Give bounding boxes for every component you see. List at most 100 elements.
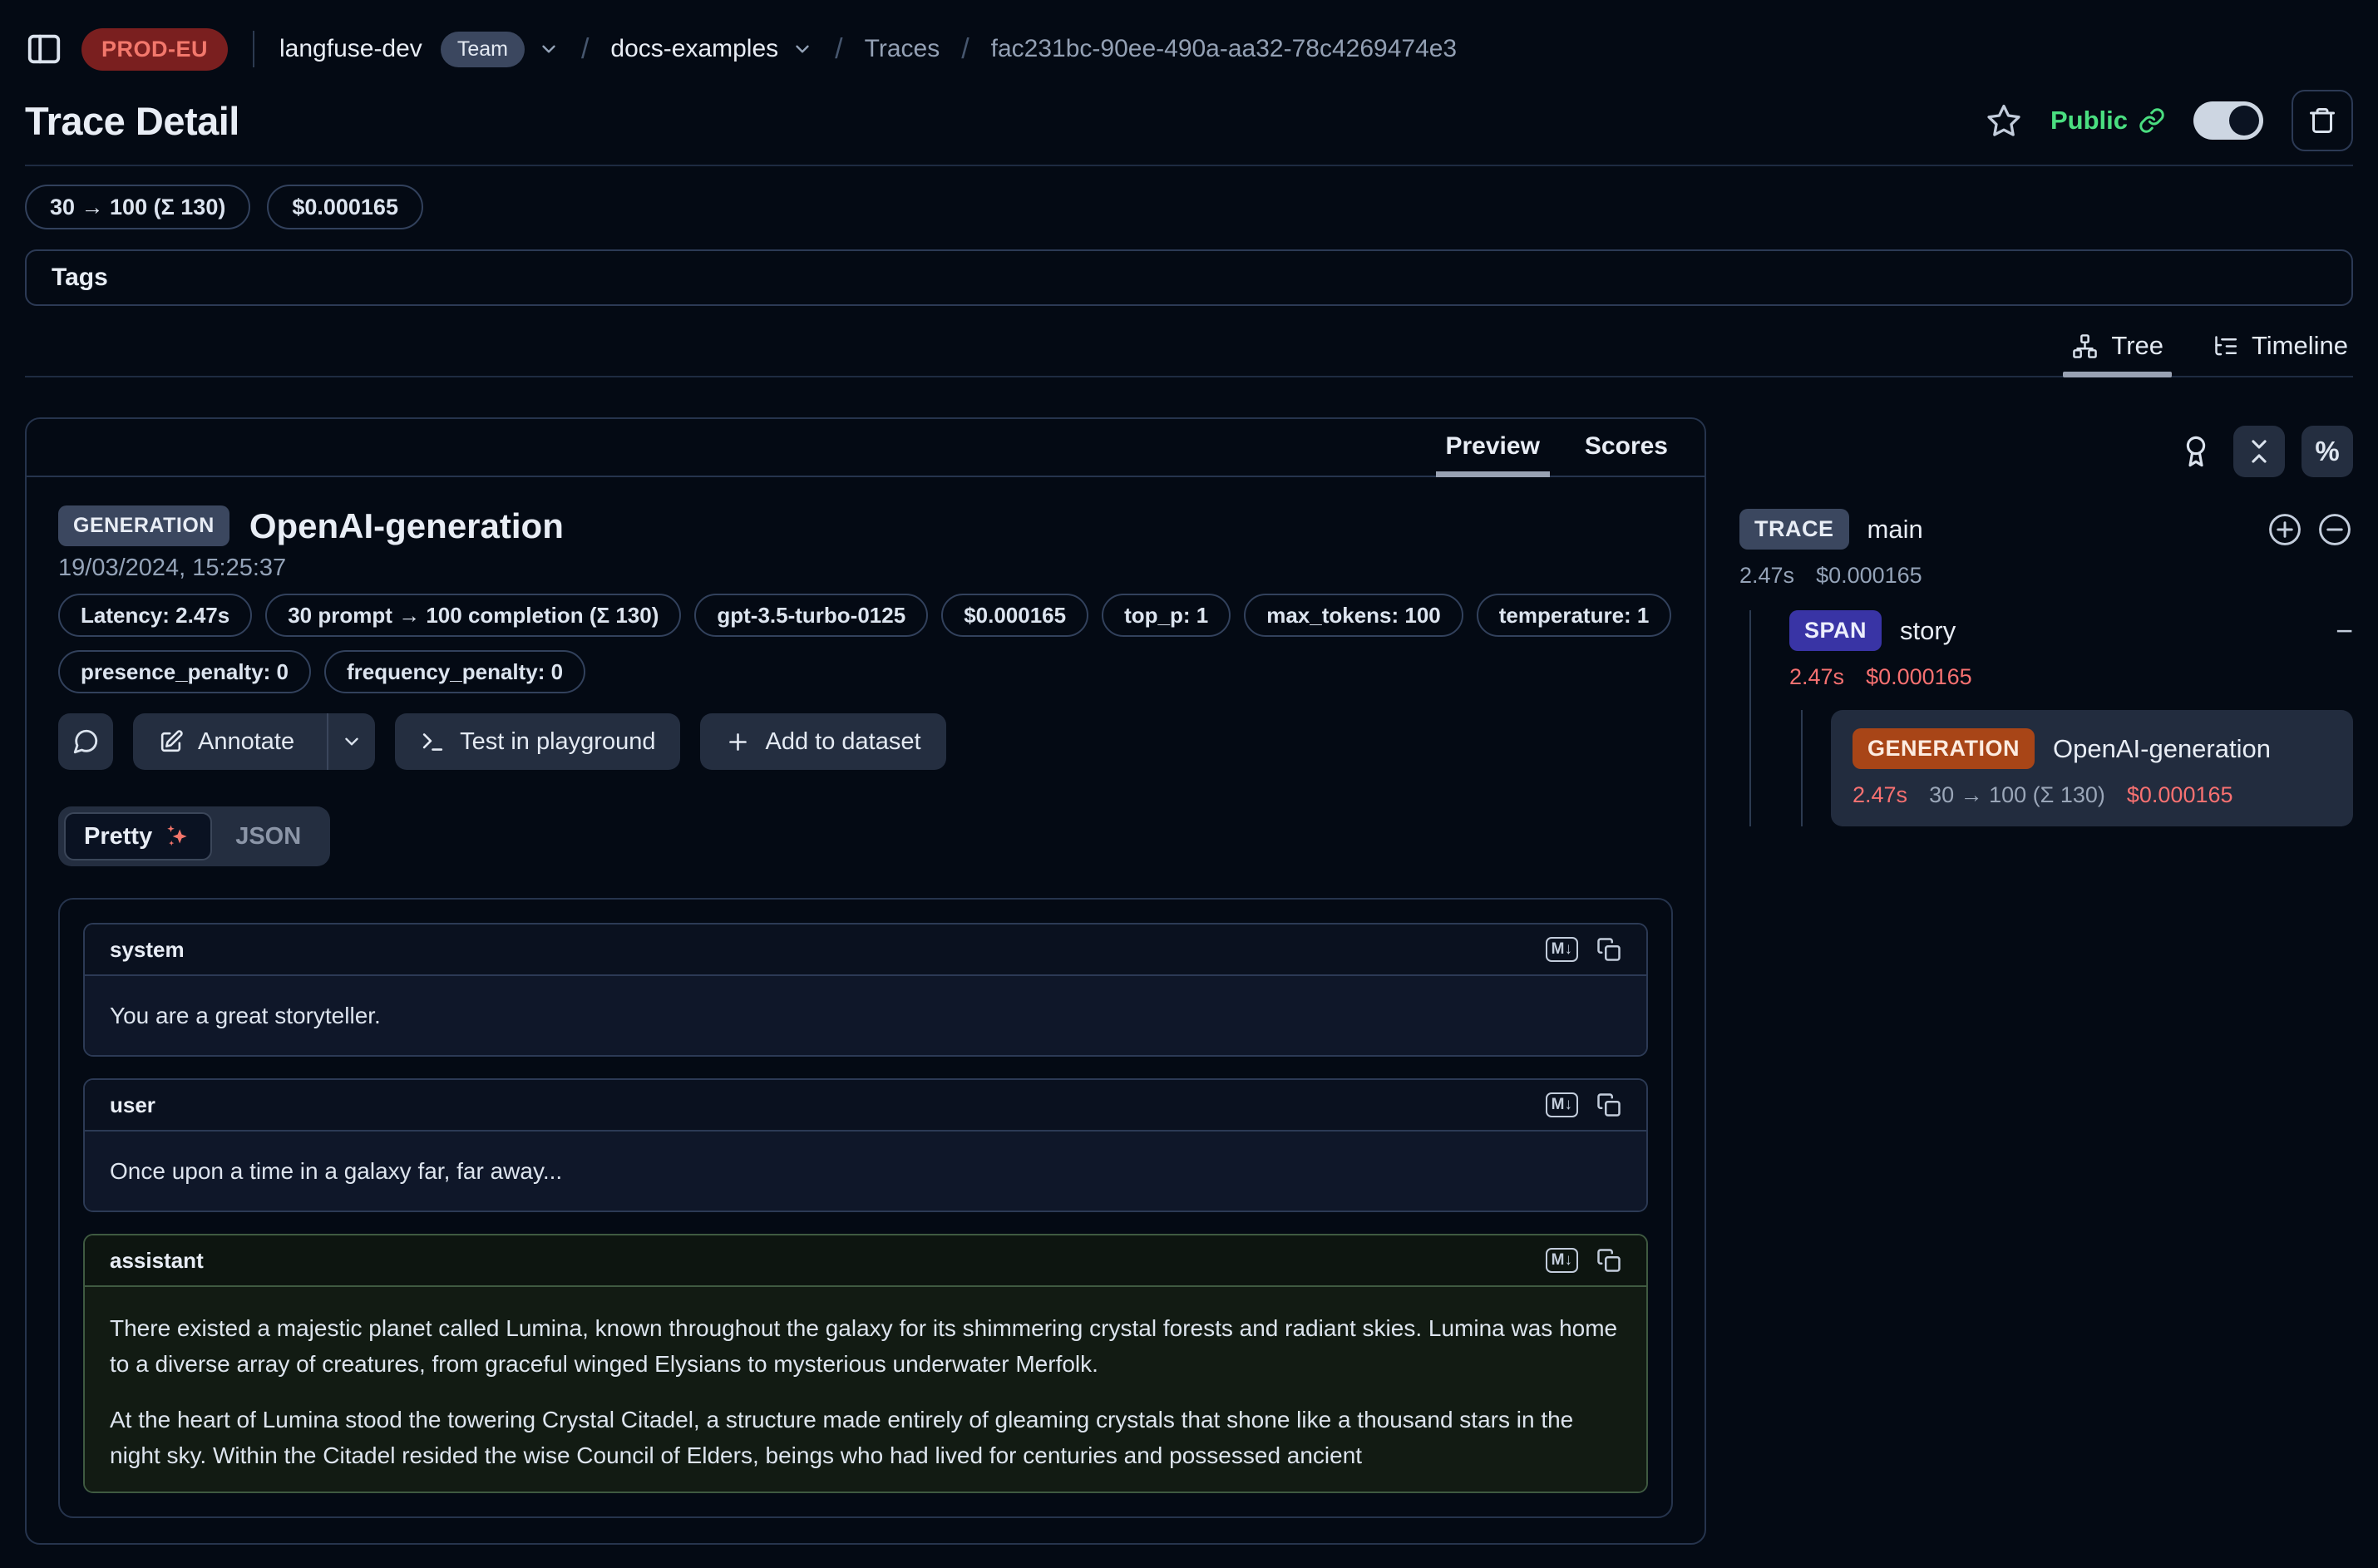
span-node[interactable]: SPAN story −: [1789, 610, 2353, 651]
project-chevron-down-icon[interactable]: [792, 38, 813, 60]
trace-node[interactable]: TRACE main: [1739, 509, 2353, 550]
circle-minus-icon[interactable]: [2316, 511, 2353, 548]
message-content: Once upon a time in a galaxy far, far aw…: [85, 1132, 1646, 1211]
breadcrumb-slash: /: [835, 33, 842, 66]
annotate-dropdown-button[interactable]: [327, 713, 375, 770]
playground-label: Test in playground: [460, 728, 655, 756]
tags-label: Tags: [52, 264, 108, 292]
observation-detail: GENERATION OpenAI-generation 19/03/2024,…: [27, 477, 1705, 1518]
pretty-label: Pretty: [84, 823, 152, 851]
token-usage-badge: 30 → 100 (Σ 130): [25, 185, 250, 229]
chevron-down-icon: [341, 731, 363, 752]
tags-box[interactable]: Tags: [25, 249, 2353, 306]
trace-summary-badges: 30 → 100 (Σ 130) $0.000165: [25, 185, 2353, 229]
tab-preview[interactable]: Preview: [1446, 432, 1540, 476]
copy-icon[interactable]: [1596, 937, 1621, 962]
comment-button[interactable]: [58, 713, 113, 770]
breadcrumb-org[interactable]: langfuse-dev: [279, 35, 422, 63]
observation-header: GENERATION OpenAI-generation: [58, 505, 1673, 546]
trace-latency: 2.47s: [1739, 563, 1794, 589]
message-content: There existed a majestic planet called L…: [85, 1287, 1646, 1492]
markdown-toggle-icon[interactable]: M↓: [1546, 1248, 1578, 1273]
add-to-dataset-button[interactable]: Add to dataset: [700, 713, 945, 770]
page-title: Trace Detail: [25, 98, 239, 144]
tab-tree[interactable]: Tree: [2071, 331, 2163, 376]
action-buttons: Annotate Test in playground Add to datas…: [58, 713, 1673, 770]
header-divider: [25, 165, 2353, 166]
trace-detail-page: PROD-EU langfuse-dev Team / docs-example…: [0, 0, 2378, 1545]
panel-tabs: Preview Scores: [27, 419, 1705, 477]
breadcrumb: PROD-EU langfuse-dev Team / docs-example…: [25, 0, 2353, 73]
content-columns: Preview Scores GENERATION OpenAI-generat…: [25, 417, 2353, 1545]
trace-type-badge: TRACE: [1739, 509, 1849, 550]
copy-icon[interactable]: [1596, 1248, 1621, 1273]
metadata-badges-row1: Latency: 2.47s 30 prompt → 100 completio…: [58, 594, 1673, 637]
tab-timeline[interactable]: Timeline: [2212, 331, 2348, 376]
metrics-toggle-button[interactable]: %: [2302, 426, 2353, 477]
messages-container: system M↓ You are a great storyteller. u…: [58, 898, 1673, 1518]
scores-award-icon[interactable]: [2178, 434, 2213, 469]
generation-node-selected[interactable]: GENERATION OpenAI-generation 2.47s 30 → …: [1831, 710, 2353, 826]
format-json-button[interactable]: JSON: [212, 823, 324, 851]
message-actions: M↓: [1546, 1092, 1621, 1117]
breadcrumb-project[interactable]: docs-examples: [610, 35, 778, 63]
trace-tree: TRACE main 2.47s $0.000165 SPAN story: [1739, 509, 2353, 826]
annotate-label: Annotate: [198, 728, 294, 756]
delete-trace-button[interactable]: [2292, 90, 2353, 151]
metadata-badges-row2: presence_penalty: 0 frequency_penalty: 0: [58, 650, 1673, 693]
public-link-icon[interactable]: [2139, 107, 2165, 134]
breadcrumb-section[interactable]: Traces: [865, 35, 940, 63]
toggle-knob: [2229, 106, 2259, 136]
observation-name: OpenAI-generation: [249, 506, 564, 546]
message-role: user: [110, 1092, 155, 1118]
org-chevron-down-icon[interactable]: [538, 38, 560, 60]
format-pretty-button[interactable]: Pretty: [64, 812, 212, 860]
message-header: system M↓: [85, 925, 1646, 976]
top-p-badge: top_p: 1: [1102, 594, 1231, 637]
timeline-icon: [2212, 333, 2239, 360]
generation-stats: 2.47s 30 → 100 (Σ 130) $0.000165: [1853, 782, 2331, 808]
tab-timeline-label: Timeline: [2252, 331, 2348, 361]
collapse-all-button[interactable]: [2233, 426, 2285, 477]
message-actions: M↓: [1546, 937, 1621, 962]
circle-plus-icon[interactable]: [2267, 511, 2303, 548]
breadcrumb-divider: [253, 31, 254, 67]
annotate-button[interactable]: Annotate: [133, 713, 375, 770]
markdown-toggle-icon[interactable]: M↓: [1546, 1092, 1578, 1117]
header-controls: Public: [1986, 90, 2353, 151]
model-badge: gpt-3.5-turbo-0125: [694, 594, 928, 637]
generation-latency: 2.47s: [1853, 782, 1907, 808]
observation-timestamp: 19/03/2024, 15:25:37: [58, 555, 1673, 582]
tab-scores[interactable]: Scores: [1585, 432, 1668, 476]
org-plan-badge: Team: [441, 32, 525, 67]
public-toggle[interactable]: [2193, 101, 2263, 140]
cost-badge: $0.000165: [941, 594, 1088, 637]
markdown-toggle-icon[interactable]: M↓: [1546, 937, 1578, 962]
temperature-badge: temperature: 1: [1477, 594, 1672, 637]
trace-tree-panel: % TRACE main 2.47s $0.000165: [1739, 417, 2353, 826]
message-user: user M↓ Once upon a time in a galaxy far…: [83, 1078, 1648, 1212]
star-icon[interactable]: [1986, 102, 2022, 139]
test-in-playground-button[interactable]: Test in playground: [395, 713, 680, 770]
message-header: assistant M↓: [85, 1235, 1646, 1287]
generation-name: OpenAI-generation: [2053, 734, 2271, 764]
observation-type-badge: GENERATION: [58, 505, 229, 546]
message-assistant: assistant M↓ There existed a majestic pl…: [83, 1234, 1648, 1493]
trace-cost: $0.000165: [1816, 563, 1922, 589]
breadcrumb-slash: /: [581, 33, 589, 66]
copy-icon[interactable]: [1596, 1092, 1621, 1117]
sidebar-toggle-icon[interactable]: [25, 30, 63, 68]
header-row: Trace Detail Public: [25, 85, 2353, 156]
public-status: Public: [2050, 106, 2165, 136]
span-name: story: [1900, 616, 1956, 646]
assistant-paragraph-2: At the heart of Lumina stood the towerin…: [110, 1402, 1621, 1473]
generation-type-badge: GENERATION: [1853, 728, 2035, 769]
percent-icon: %: [2315, 436, 2339, 467]
span-type-badge: SPAN: [1789, 610, 1882, 651]
latency-badge: Latency: 2.47s: [58, 594, 252, 637]
generation-cost: $0.000165: [2127, 782, 2233, 808]
token-badge: 30 prompt → 100 completion (Σ 130): [265, 594, 681, 637]
cost-badge: $0.000165: [267, 185, 423, 229]
trace-children: SPAN story − 2.47s $0.000165 GENERATION: [1749, 610, 2353, 826]
collapse-node-icon[interactable]: −: [2336, 614, 2353, 648]
